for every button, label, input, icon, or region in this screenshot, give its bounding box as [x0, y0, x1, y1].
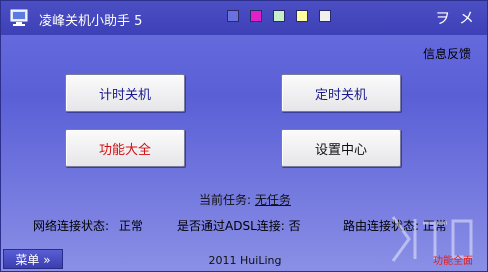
- app-title: 凌峰关机小助手 5: [39, 14, 143, 29]
- theme-swatch-blue[interactable]: [227, 10, 239, 22]
- theme-swatch-green[interactable]: [273, 10, 285, 22]
- current-task-value[interactable]: 无任务: [255, 193, 291, 207]
- adsl-status: 是否通过ADSL连接: 否: [177, 217, 301, 234]
- settings-center-button[interactable]: 设置中心: [281, 129, 401, 167]
- theme-swatch-magenta[interactable]: [250, 10, 262, 22]
- minimize-icon[interactable]: ヲ: [435, 7, 450, 28]
- feedback-link[interactable]: 信息反馈: [423, 45, 471, 62]
- theme-swatch-yellow[interactable]: [296, 10, 308, 22]
- app-window: 凌峰关机小助手 5 ヲ メ 信息反馈 计时关机 定时关机 功能大全 设置中心 当…: [0, 0, 488, 272]
- current-task-label: 当前任务:: [199, 193, 252, 207]
- close-icon[interactable]: メ: [459, 7, 474, 28]
- watermark-text: 功能全面: [433, 256, 473, 267]
- network-status-label: 网络连接状态:: [33, 219, 110, 233]
- all-features-button[interactable]: 功能大全: [65, 129, 185, 167]
- scheduled-shutdown-button[interactable]: 定时关机: [281, 74, 401, 112]
- network-status-value: 正常: [118, 219, 143, 233]
- title-bar[interactable]: 凌峰关机小助手 5 ヲ メ: [1, 1, 487, 35]
- timer-shutdown-button[interactable]: 计时关机: [65, 74, 185, 112]
- adsl-status-value: 否: [288, 219, 301, 233]
- adsl-status-label: 是否通过ADSL连接:: [177, 219, 285, 233]
- current-task-line: 当前任务: 无任务: [1, 191, 487, 208]
- computer-icon: [10, 9, 28, 26]
- theme-swatch-white[interactable]: [319, 10, 331, 22]
- network-status: 网络连接状态: 正常: [33, 217, 143, 234]
